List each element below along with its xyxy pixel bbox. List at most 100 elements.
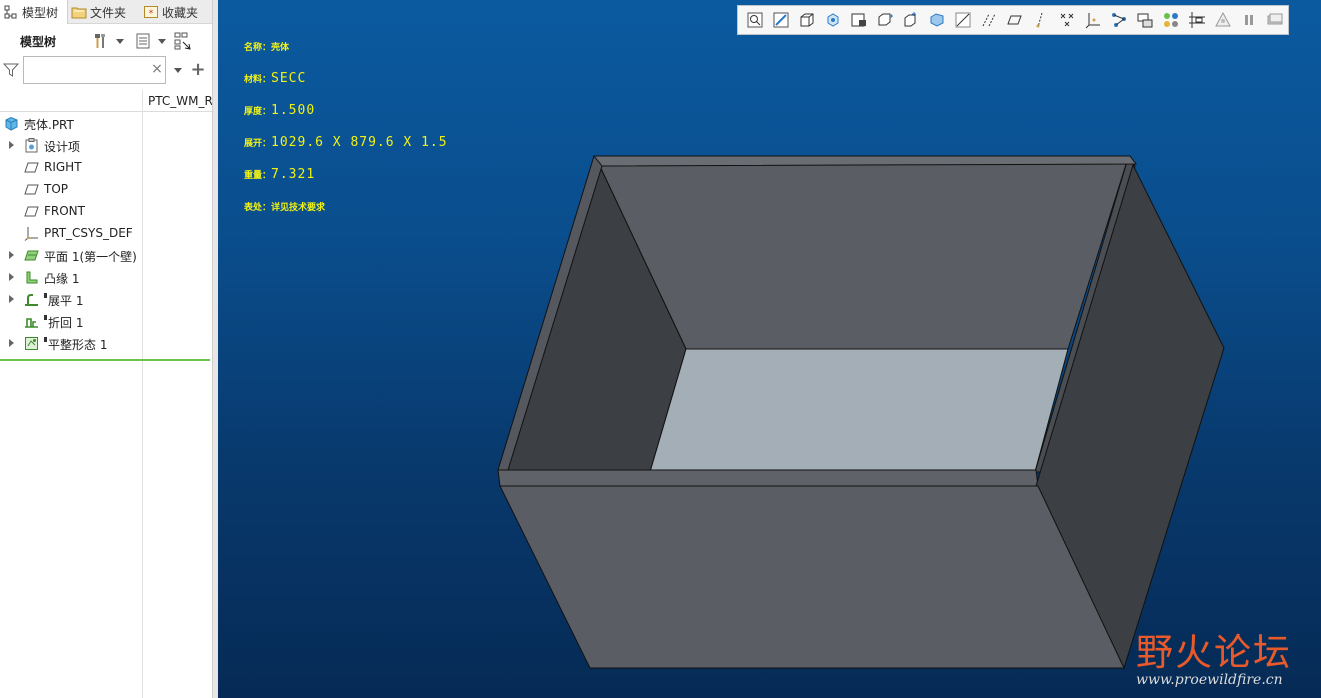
view-toolbar: [737, 5, 1289, 35]
tab-folder-browser[interactable]: 文件夹: [68, 0, 140, 24]
annotation-value: 7.321: [271, 166, 316, 182]
view-manager-icon[interactable]: [924, 7, 950, 33]
saved-orientations-icon[interactable]: [846, 7, 872, 33]
sketch-view-icon[interactable]: [1132, 7, 1158, 33]
annotation-material[interactable]: 材料： SECC: [244, 62, 448, 94]
annotation-weight[interactable]: 重量： 7.321: [244, 158, 448, 190]
tree-item-flat-wall[interactable]: 平面 1(第一个壁): [0, 244, 142, 266]
annotation-name[interactable]: 名称： 壳体: [244, 30, 448, 62]
bend-back-icon: [23, 313, 39, 329]
annotation-value: 壳体: [271, 42, 290, 53]
filter-icon[interactable]: [0, 62, 22, 78]
unbend-icon: [23, 291, 39, 307]
settings-tools-icon[interactable]: [90, 30, 112, 52]
tree-item-design-items[interactable]: 设计项: [0, 134, 142, 156]
tree-item-part[interactable]: 壳体.PRT: [0, 112, 142, 134]
svg-text:*: *: [149, 9, 154, 19]
annotation-key: 展开：: [244, 138, 272, 149]
tab-model-tree[interactable]: 模型树: [0, 0, 68, 24]
datum-plane-icon: [23, 181, 39, 197]
annotation-key: 材料：: [244, 74, 272, 85]
expand-arrow-icon[interactable]: [9, 141, 14, 149]
annotation-surface-treatment[interactable]: 表处： 详见技术要求: [244, 190, 448, 222]
back-wall-face[interactable]: [595, 157, 1129, 350]
datum-planes-icon[interactable]: [976, 7, 1002, 33]
tab-label: 模型树: [22, 5, 59, 20]
datum-points-icon[interactable]: [1028, 7, 1054, 33]
model-tree: 壳体.PRT 设计项 RIGHT TOP FRONT PRT_CSYS_DEF …: [0, 112, 142, 354]
tree-item-datum-top[interactable]: TOP: [0, 178, 142, 200]
named-views-icon[interactable]: [872, 7, 898, 33]
front-rim-face[interactable]: [497, 469, 1039, 487]
tree-item-text: 展平 1: [48, 294, 84, 308]
tree-item-flange[interactable]: 凸缘 1: [0, 266, 142, 288]
zoom-in-icon[interactable]: [768, 7, 794, 33]
filter-input[interactable]: [23, 56, 166, 84]
tree-item-unbend[interactable]: 展平 1: [0, 288, 142, 310]
column-divider[interactable]: [142, 90, 143, 698]
tree-item-text: 平整形态 1: [48, 338, 108, 352]
perspective-icon[interactable]: [950, 7, 976, 33]
clear-x-icon[interactable]: ×: [150, 61, 164, 79]
tree-item-flat-state[interactable]: 平整形态 1: [0, 332, 142, 354]
refit-icon[interactable]: [742, 7, 768, 33]
chevron-down-icon[interactable]: [174, 67, 182, 73]
floor-face[interactable]: [649, 348, 1069, 473]
tree-insert-indicator[interactable]: [0, 359, 210, 361]
design-items-icon: [23, 137, 39, 153]
tree-item-label: FRONT: [44, 204, 85, 218]
column-header-label[interactable]: PTC_WM_R: [148, 94, 212, 108]
graphics-viewport[interactable]: 名称： 壳体 材料： SECC 厚度： 1.500 展开： 1029.6 X 8…: [218, 0, 1321, 698]
tree-item-datum-right[interactable]: RIGHT: [0, 156, 142, 178]
tree-item-label: 凸缘 1: [44, 272, 80, 286]
column-header: PTC_WM_R: [0, 90, 212, 698]
appearance-icon[interactable]: [1158, 7, 1184, 33]
zoom-out-icon[interactable]: [794, 7, 820, 33]
tree-item-datum-front[interactable]: FRONT: [0, 200, 142, 222]
model-annotations: 名称： 壳体 材料： SECC 厚度： 1.500 展开： 1029.6 X 8…: [244, 30, 448, 222]
add-plus-icon[interactable]: +: [190, 59, 206, 80]
tab-label: 文件夹: [90, 5, 127, 20]
pause-icon[interactable]: [1236, 7, 1262, 33]
back-rim-face[interactable]: [593, 155, 1137, 167]
expand-arrow-icon[interactable]: [9, 295, 14, 303]
annotation-thickness[interactable]: 厚度： 1.500: [244, 94, 448, 126]
tree-item-label: 展平 1: [44, 292, 83, 309]
layers-icon[interactable]: [1210, 7, 1236, 33]
filter-row: × +: [0, 56, 212, 84]
watermark-title: 野火论坛: [1136, 631, 1292, 674]
tree-item-text: 折回 1: [48, 316, 84, 330]
spin-center-icon[interactable]: [1106, 7, 1132, 33]
datum-axes-icon[interactable]: [1002, 7, 1028, 33]
annotation-display-icon[interactable]: [1080, 7, 1106, 33]
fullscreen-icon[interactable]: [1262, 7, 1288, 33]
expand-arrow-icon[interactable]: [9, 251, 14, 259]
tab-favorites[interactable]: * 收藏夹: [140, 0, 212, 24]
annotation-flat-size[interactable]: 展开： 1029.6 X 879.6 X 1.5: [244, 126, 448, 158]
annotation-key: 重量：: [244, 170, 272, 181]
front-outer-face[interactable]: [499, 485, 1125, 669]
section-icon[interactable]: [1184, 7, 1210, 33]
tree-columns-icon[interactable]: [172, 30, 194, 52]
tree-item-csys[interactable]: PRT_CSYS_DEF: [0, 222, 142, 244]
expand-arrow-icon[interactable]: [9, 339, 14, 347]
chevron-down-icon[interactable]: [116, 38, 124, 44]
tree-item-label: RIGHT: [44, 160, 82, 174]
tree-item-bend-back[interactable]: 折回 1: [0, 310, 142, 332]
model-tree-panel: 模型树 文件夹 * 收藏夹 模型树 × + PTC_WM_R 壳体.PRT 设计…: [0, 0, 212, 698]
annotation-value: 详见技术要求: [271, 202, 326, 213]
csys-icon: [23, 225, 39, 241]
csys-display-icon[interactable]: [1054, 7, 1080, 33]
part-icon: [3, 115, 19, 131]
tree-item-label: TOP: [44, 182, 69, 196]
repaint-icon[interactable]: [820, 7, 846, 33]
datum-plane-icon: [23, 203, 39, 219]
expand-arrow-icon[interactable]: [9, 273, 14, 281]
modified-marker: [44, 293, 47, 298]
display-style-icon[interactable]: [898, 7, 924, 33]
datum-plane-icon: [23, 159, 39, 175]
show-list-icon[interactable]: [132, 30, 154, 52]
tree-toolbar: 模型树: [0, 26, 212, 56]
chevron-down-icon[interactable]: [158, 38, 166, 44]
flat-state-icon: [23, 335, 39, 351]
